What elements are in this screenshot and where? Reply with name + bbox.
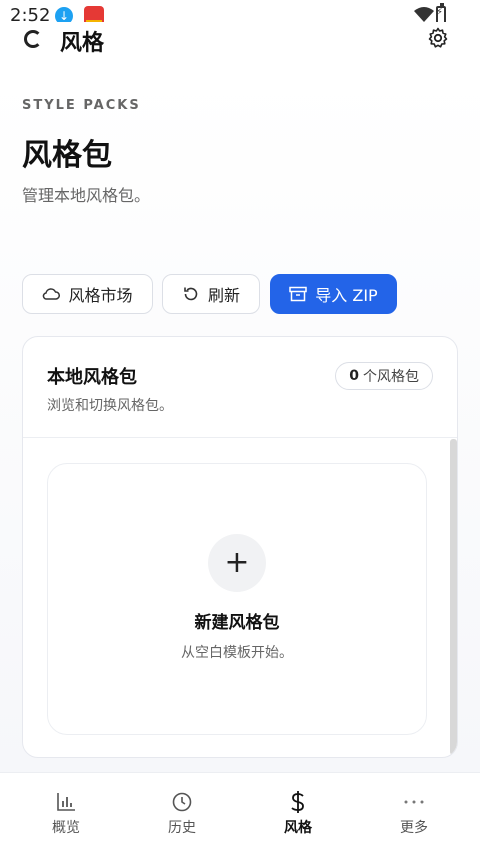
pack-count-badge: 0 个风格包 (335, 362, 433, 390)
divider (23, 437, 457, 438)
local-packs-card: 本地风格包 浏览和切换风格包。 0 个风格包 + 新建风格包 从空白模板开始。 (22, 336, 458, 758)
new-pack-subtitle: 从空白模板开始。 (181, 645, 293, 661)
app-title: 风格 (60, 31, 105, 56)
bar-chart-icon (57, 793, 75, 811)
loading-icon (24, 30, 42, 48)
page-title: 风格包 (22, 138, 112, 173)
nav-label: 历史 (168, 820, 196, 836)
nav-label: 更多 (400, 820, 428, 836)
nav-item-style[interactable]: 风格 (238, 787, 358, 843)
refresh-label: 刷新 (207, 286, 240, 305)
section-kicker: STYLE PACKS (22, 98, 141, 113)
refresh-icon (184, 287, 198, 301)
nav-item-more[interactable]: 更多 (354, 787, 474, 843)
style-market-label: 风格市场 (68, 286, 133, 305)
scrollbar[interactable] (450, 439, 457, 755)
clock-icon (172, 792, 192, 812)
app-bar: 风格 (0, 22, 480, 74)
card-subtitle: 浏览和切换风格包。 (47, 398, 173, 414)
bottom-navigation: 概览 历史 风格 更多 (0, 772, 480, 853)
nav-label: 风格 (284, 820, 312, 836)
new-pack-tile[interactable]: + 新建风格包 从空白模板开始。 (47, 463, 427, 735)
refresh-button[interactable]: 刷新 (162, 274, 260, 314)
card-title: 本地风格包 (47, 367, 137, 388)
style-market-button[interactable]: 风格市场 (22, 274, 153, 314)
dollar-icon (291, 791, 304, 813)
import-zip-label: 导入 ZIP (315, 286, 378, 305)
nav-item-overview[interactable]: 概览 (6, 787, 126, 843)
import-zip-button[interactable]: 导入 ZIP (270, 274, 397, 314)
pack-count-unit: 个风格包 (363, 369, 419, 385)
more-icon (404, 800, 424, 804)
main-content: STYLE PACKS 风格包 管理本地风格包。 风格市场 刷新 导入 ZIP … (0, 74, 480, 772)
plus-icon: + (208, 534, 266, 592)
new-pack-title: 新建风格包 (194, 613, 280, 633)
page-subtitle: 管理本地风格包。 (22, 186, 151, 205)
nav-label: 概览 (52, 820, 80, 836)
cloud-icon (43, 288, 61, 300)
gear-icon[interactable] (426, 26, 450, 50)
nav-item-history[interactable]: 历史 (122, 787, 242, 843)
wifi-icon (414, 7, 434, 22)
pack-count-value: 0 (349, 368, 359, 384)
archive-icon (289, 286, 308, 302)
